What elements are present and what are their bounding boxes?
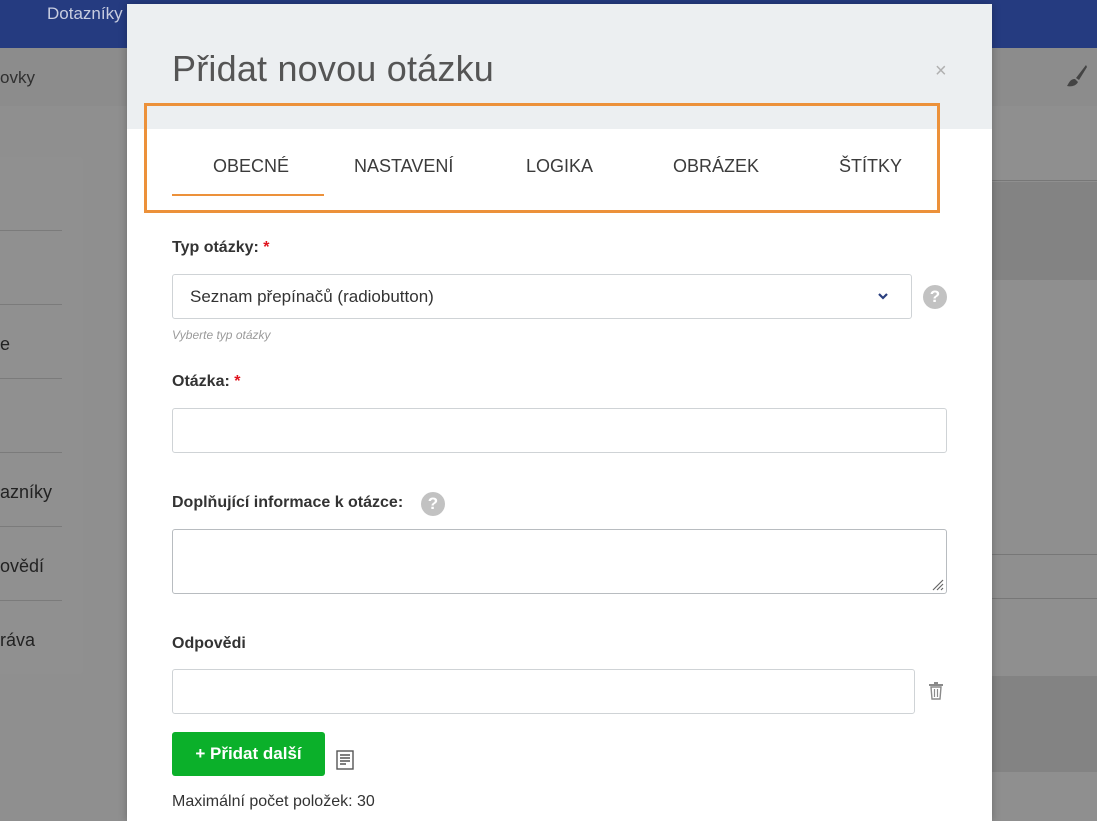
question-type-label-text: Typ otázky:	[172, 239, 259, 256]
breadcrumb[interactable]: ovky	[0, 68, 35, 88]
background-content	[992, 180, 1097, 821]
paint-brush-icon[interactable]	[1062, 64, 1088, 90]
resize-handle-icon[interactable]	[930, 577, 944, 591]
chevron-down-icon	[878, 293, 888, 300]
row-divider	[992, 180, 1097, 181]
help-icon[interactable]: ?	[421, 492, 445, 516]
sidebar-divider	[0, 230, 62, 231]
sidebar-item[interactable]: e	[0, 334, 10, 355]
trash-icon[interactable]	[928, 682, 944, 700]
close-icon[interactable]: ×	[935, 60, 947, 83]
extra-info-label: Doplňující informace k otázce:	[172, 494, 404, 511]
add-answer-button[interactable]: + Přidat další	[172, 732, 325, 776]
background-block	[992, 182, 1097, 280]
question-type-hint: Vyberte typ otázky	[172, 328, 271, 342]
question-input[interactable]	[172, 408, 947, 453]
row-divider	[992, 554, 1097, 555]
modal-title: Přidat novou otázku	[172, 48, 494, 89]
extra-info-textarea[interactable]	[172, 529, 947, 594]
tab-tags[interactable]: ŠTÍTKY	[839, 156, 902, 177]
active-tab-indicator	[172, 194, 324, 196]
question-label-text: Otázka:	[172, 373, 230, 390]
max-items-text: Maximální počet položek: 30	[172, 793, 375, 810]
required-mark: *	[263, 239, 270, 256]
required-mark: *	[234, 373, 241, 390]
question-type-select[interactable]: Seznam přepínačů (radiobutton)	[172, 274, 912, 319]
help-icon[interactable]: ?	[923, 285, 947, 309]
question-type-label: Typ otázky: *	[172, 239, 270, 257]
question-label: Otázka: *	[172, 373, 240, 391]
sidebar-item[interactable]: azníky	[0, 482, 52, 503]
left-sidebar: e azníky ovědí ráva	[0, 157, 83, 674]
sidebar-divider	[0, 304, 62, 305]
row-divider	[992, 598, 1097, 599]
app-title[interactable]: Dotazníky	[47, 4, 123, 24]
sidebar-divider	[0, 526, 62, 527]
sidebar-item[interactable]: ovědí	[0, 556, 44, 577]
sidebar-divider	[0, 600, 62, 601]
question-type-value: Seznam přepínačů (radiobutton)	[190, 287, 434, 306]
tab-settings[interactable]: NASTAVENÍ	[354, 156, 453, 177]
answers-label: Odpovědi	[172, 635, 246, 652]
add-question-modal: Přidat novou otázku × OBECNÉ NASTAVENÍ L…	[127, 4, 992, 821]
background-block	[992, 676, 1097, 772]
sidebar-divider	[0, 378, 62, 379]
tab-general[interactable]: OBECNÉ	[213, 156, 289, 177]
tab-logic[interactable]: LOGIKA	[526, 156, 593, 177]
sidebar-divider	[0, 452, 62, 453]
sidebar-item[interactable]: ráva	[0, 630, 35, 651]
answer-input[interactable]	[172, 669, 915, 714]
tab-image[interactable]: OBRÁZEK	[673, 156, 759, 177]
bulk-list-icon[interactable]	[336, 750, 354, 770]
